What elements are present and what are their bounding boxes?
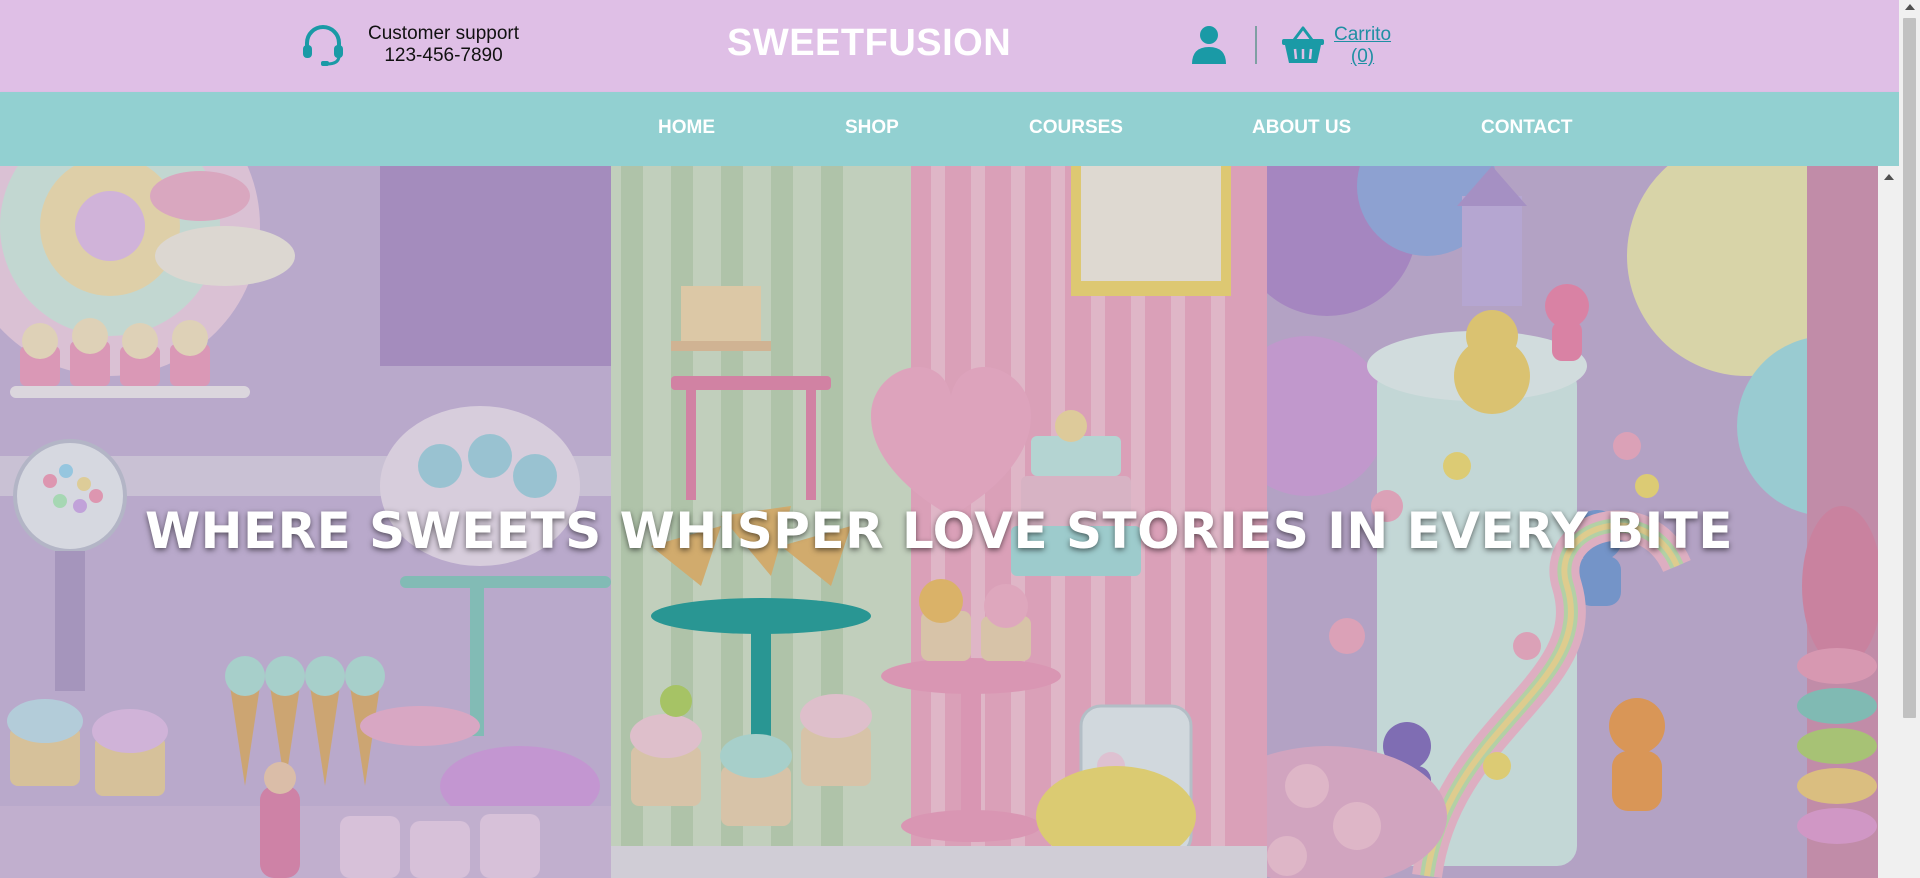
top-header: Customer support 123-456-7890 SWEETFUSIO…	[0, 0, 1899, 92]
nav-home[interactable]: HOME	[658, 117, 715, 139]
cart-count[interactable]: (0)	[1334, 46, 1391, 68]
nav-courses[interactable]: COURSES	[1029, 117, 1123, 139]
basket-icon[interactable]	[1280, 24, 1326, 66]
user-icon[interactable]	[1190, 24, 1228, 66]
scroll-up-arrow-icon[interactable]	[1905, 4, 1915, 10]
scroll-up-arrow-icon[interactable]	[1884, 174, 1894, 180]
support-text: Customer support 123-456-7890	[368, 23, 519, 67]
scrollbar-thumb[interactable]	[1903, 18, 1916, 718]
main-navigation: HOME SHOP COURSES ABOUT US CONTACT	[0, 92, 1899, 166]
headset-icon	[303, 25, 343, 66]
cart[interactable]: Carrito (0)	[1280, 24, 1391, 68]
inner-scrollbar[interactable]	[1878, 166, 1899, 878]
nav-about-us[interactable]: ABOUT US	[1252, 117, 1351, 139]
support-title: Customer support	[368, 23, 520, 44]
cart-label[interactable]: Carrito	[1334, 24, 1391, 46]
cart-link[interactable]: Carrito (0)	[1334, 24, 1391, 68]
nav-shop[interactable]: SHOP	[845, 117, 899, 139]
brand-logo[interactable]: SWEETFUSION	[727, 22, 1011, 65]
customer-support: Customer support 123-456-7890	[300, 22, 519, 68]
nav-contact[interactable]: CONTACT	[1481, 117, 1572, 139]
hero-title: WHERE SWEETS WHISPER LOVE STORIES IN EVE…	[144, 502, 1734, 560]
window-scrollbar[interactable]	[1899, 0, 1920, 878]
support-phone: 123-456-7890	[384, 45, 503, 66]
hero-banner: WHERE SWEETS WHISPER LOVE STORIES IN EVE…	[0, 166, 1878, 878]
header-divider	[1255, 26, 1257, 64]
